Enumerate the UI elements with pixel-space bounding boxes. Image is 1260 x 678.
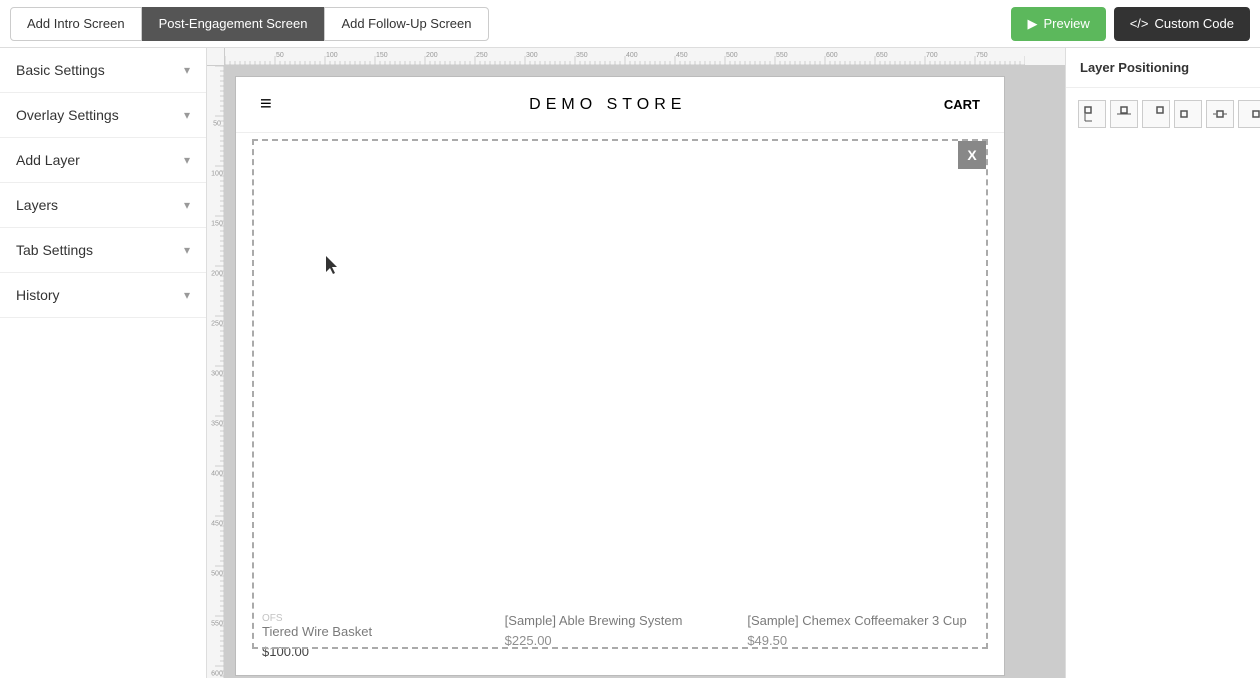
ruler-corner — [207, 48, 225, 66]
svg-text:450: 450 — [211, 521, 223, 528]
ruler-horizontal: 50 100 150 200 250 300 350 400 450 500 550 600 650 70… — [225, 48, 1065, 66]
top-bar: Add Intro Screen Post-Engagement Screen … — [0, 0, 1260, 48]
svg-text:250: 250 — [476, 52, 488, 59]
chevron-icon: ▾ — [184, 63, 190, 77]
custom-code-button[interactable]: </> Custom Code — [1114, 7, 1250, 41]
chevron-icon: ▾ — [184, 288, 190, 302]
pos-middle-center-button[interactable] — [1206, 100, 1234, 128]
sidebar-item-layers[interactable]: Layers ▾ — [0, 183, 206, 228]
pos-middle-right-button[interactable] — [1238, 100, 1260, 128]
svg-text:50: 50 — [213, 121, 221, 128]
sidebar-item-tab-settings[interactable]: Tab Settings ▾ — [0, 228, 206, 273]
svg-text:300: 300 — [211, 371, 223, 378]
svg-text:750: 750 — [976, 52, 988, 59]
pos-middle-left-button[interactable] — [1174, 100, 1202, 128]
chevron-icon: ▾ — [184, 198, 190, 212]
cursor-indicator — [326, 256, 340, 279]
left-sidebar: Basic Settings ▾ Overlay Settings ▾ Add … — [0, 48, 207, 678]
tab-intro[interactable]: Add Intro Screen — [10, 7, 142, 41]
svg-text:500: 500 — [726, 52, 738, 59]
store-header: ≡ DEMO STORE CART — [236, 77, 1004, 133]
tabs-group: Add Intro Screen Post-Engagement Screen … — [10, 7, 489, 41]
tab-follow-up[interactable]: Add Follow-Up Screen — [324, 7, 488, 41]
svg-text:300: 300 — [526, 52, 538, 59]
svg-text:200: 200 — [211, 271, 223, 278]
main-layout: Basic Settings ▾ Overlay Settings ▾ Add … — [0, 48, 1260, 678]
svg-text:200: 200 — [426, 52, 438, 59]
code-icon: </> — [1130, 16, 1149, 31]
svg-text:600: 600 — [826, 52, 838, 59]
sidebar-item-overlay-settings[interactable]: Overlay Settings ▾ — [0, 93, 206, 138]
svg-text:400: 400 — [626, 52, 638, 59]
svg-text:600: 600 — [211, 671, 223, 678]
store-preview: ≡ DEMO STORE CART X — [235, 76, 1005, 676]
overlay-box[interactable]: X — [252, 139, 988, 649]
svg-text:350: 350 — [576, 52, 588, 59]
panel-title: Layer Positioning — [1066, 48, 1260, 88]
canvas-body: 5010015020025030035040045050055060065070… — [207, 66, 1065, 678]
svg-text:150: 150 — [211, 221, 223, 228]
positioning-grid — [1066, 88, 1260, 140]
chevron-icon: ▾ — [184, 153, 190, 167]
preview-button[interactable]: ▶ Preview — [1011, 7, 1105, 41]
svg-text:500: 500 — [211, 571, 223, 578]
store-title: DEMO STORE — [529, 96, 686, 114]
svg-text:550: 550 — [211, 621, 223, 628]
canvas-scroll[interactable]: ≡ DEMO STORE CART X — [225, 66, 1065, 678]
svg-text:100: 100 — [211, 171, 223, 178]
svg-text:550: 550 — [776, 52, 788, 59]
right-panel: Layer Positioning — [1065, 48, 1260, 678]
chevron-icon: ▾ — [184, 243, 190, 257]
svg-text:100: 100 — [326, 52, 338, 59]
tab-post-engagement[interactable]: Post-Engagement Screen — [142, 7, 325, 41]
svg-text:150: 150 — [376, 52, 388, 59]
svg-text:650: 650 — [876, 52, 888, 59]
cart-button[interactable]: CART — [944, 97, 980, 112]
pos-top-left-button[interactable] — [1078, 100, 1106, 128]
ruler-vertical: 5010015020025030035040045050055060065070… — [207, 66, 225, 678]
sidebar-item-basic-settings[interactable]: Basic Settings ▾ — [0, 48, 206, 93]
svg-text:450: 450 — [676, 52, 688, 59]
svg-text:400: 400 — [211, 471, 223, 478]
overlay-close-button[interactable]: X — [958, 141, 986, 169]
svg-text:50: 50 — [276, 52, 284, 59]
svg-text:350: 350 — [211, 421, 223, 428]
pos-top-right-button[interactable] — [1142, 100, 1170, 128]
play-icon: ▶ — [1027, 16, 1037, 32]
hamburger-icon[interactable]: ≡ — [260, 93, 272, 116]
pos-top-center-button[interactable] — [1110, 100, 1138, 128]
svg-text:250: 250 — [211, 321, 223, 328]
svg-text:700: 700 — [926, 52, 938, 59]
sidebar-item-history[interactable]: History ▾ — [0, 273, 206, 318]
sidebar-item-add-layer[interactable]: Add Layer ▾ — [0, 138, 206, 183]
canvas-area: 50 100 150 200 250 300 350 400 450 500 550 600 650 70… — [207, 48, 1065, 678]
top-right-buttons: ▶ Preview </> Custom Code — [1011, 7, 1250, 41]
chevron-icon: ▾ — [184, 108, 190, 122]
